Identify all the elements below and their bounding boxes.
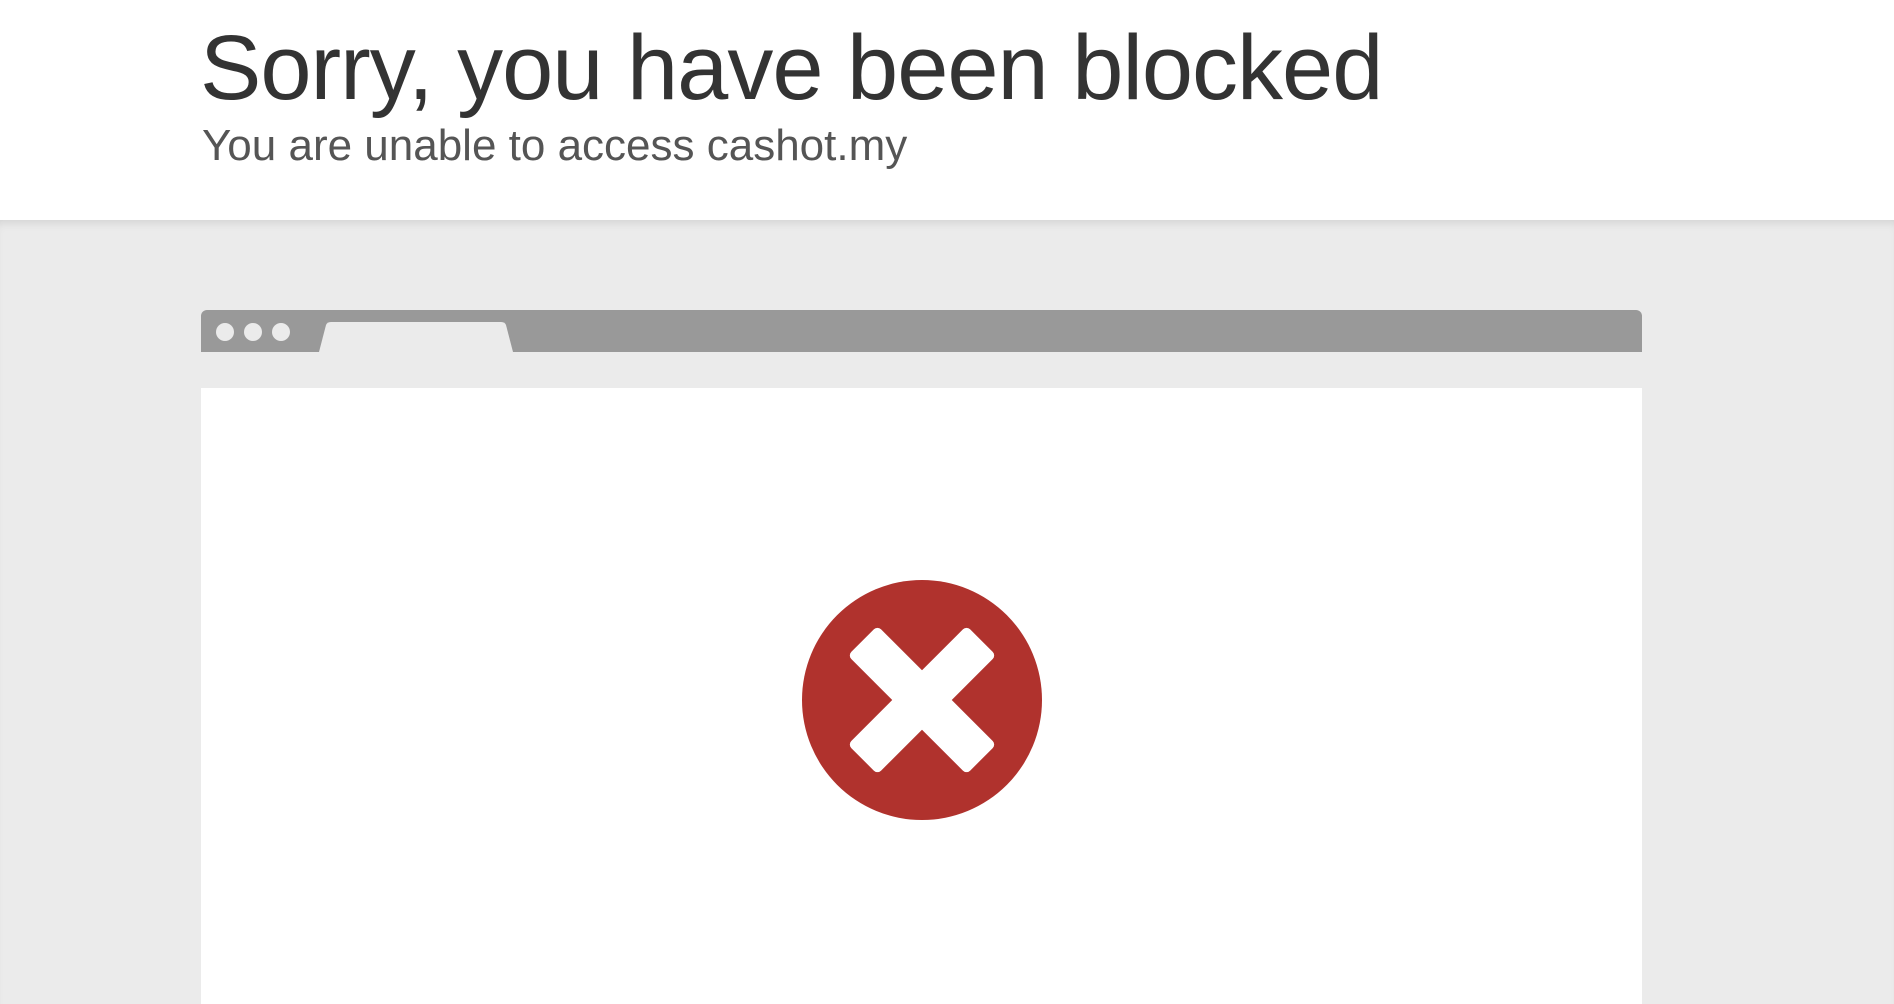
page-title: Sorry, you have been blocked bbox=[200, 17, 1383, 119]
page-subtitle: You are unable to access cashot.my bbox=[202, 121, 908, 170]
window-dot-icon bbox=[216, 323, 234, 341]
close-icon bbox=[802, 580, 1042, 820]
window-dot-icon bbox=[244, 323, 262, 341]
page-header: Sorry, you have been blocked You are una… bbox=[0, 0, 1894, 220]
window-dot-icon bbox=[272, 323, 290, 341]
browser-tab-icon bbox=[319, 322, 513, 352]
browser-illustration-bar bbox=[201, 310, 1642, 352]
